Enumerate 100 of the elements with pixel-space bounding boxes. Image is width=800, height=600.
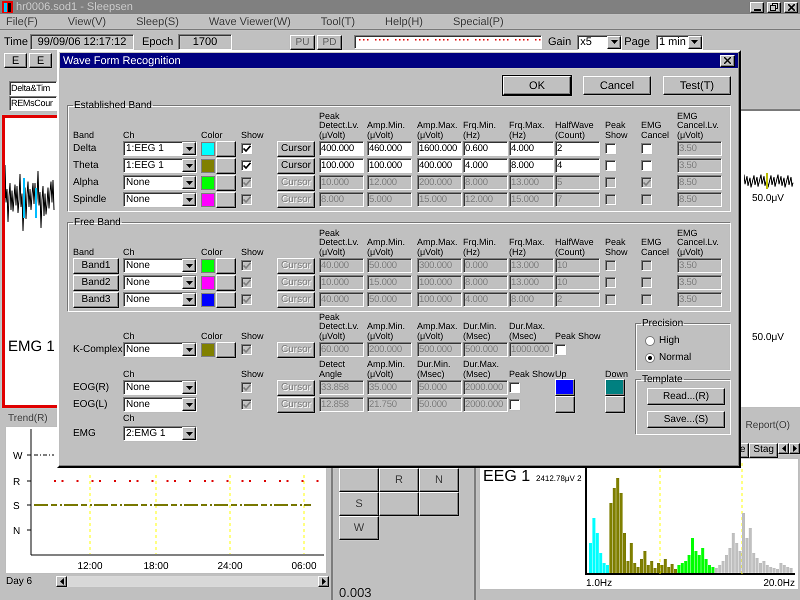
channel-dropdown[interactable]: None <box>123 175 197 190</box>
stage-button[interactable]: S <box>339 492 379 516</box>
input-field[interactable]: 1600.000 <box>417 141 462 156</box>
cursor-button[interactable]: Cursor <box>277 274 315 290</box>
input-field[interactable]: 40.000 <box>319 258 364 273</box>
minimize-button[interactable] <box>750 2 764 12</box>
checkbox[interactable] <box>641 277 652 288</box>
input-field[interactable]: 3.50 <box>677 141 722 156</box>
input-field[interactable]: 35.000 <box>367 380 412 395</box>
input-field[interactable]: 12.000 <box>367 175 412 190</box>
menu-item[interactable]: File(F) <box>6 16 38 28</box>
input-field[interactable]: 2 <box>555 292 600 307</box>
input-field[interactable]: 8.50 <box>677 192 722 207</box>
color-picker-button[interactable] <box>216 292 236 308</box>
input-field[interactable]: 3.50 <box>677 158 722 173</box>
cursor-button[interactable]: Cursor <box>277 192 315 208</box>
checkbox[interactable] <box>241 160 252 171</box>
input-field[interactable]: 400.000 <box>417 158 462 173</box>
scroll-left-button[interactable] <box>778 443 789 454</box>
checkbox[interactable] <box>605 194 616 205</box>
stage-button[interactable] <box>339 468 379 492</box>
template-button[interactable]: Read...(R) <box>647 388 725 405</box>
color-picker-button[interactable] <box>216 140 236 156</box>
input-field[interactable]: 4 <box>555 158 600 173</box>
color-picker-button[interactable] <box>216 174 236 190</box>
checkbox[interactable] <box>605 260 616 271</box>
input-field[interactable]: 33.858 <box>319 380 364 395</box>
checkbox[interactable] <box>605 143 616 154</box>
input-field[interactable]: 15.000 <box>417 192 462 207</box>
stage-button[interactable] <box>379 492 419 516</box>
template-button[interactable]: Save...(S) <box>647 411 725 428</box>
input-field[interactable]: 50.000 <box>417 380 462 395</box>
menu-item[interactable]: Wave Viewer(W) <box>208 16 291 28</box>
cursor-button[interactable]: Cursor <box>277 396 315 412</box>
gain-dropdown[interactable]: x5 <box>577 34 622 50</box>
checkbox[interactable] <box>605 277 616 288</box>
stage-button[interactable]: N <box>419 468 459 492</box>
list-field[interactable]: REMsCour <box>9 96 57 111</box>
toolbar-button[interactable]: E <box>4 53 27 68</box>
radio-option[interactable]: High <box>645 335 730 346</box>
color-button[interactable] <box>605 396 625 413</box>
menu-item[interactable]: Help(H) <box>385 16 423 28</box>
color-button[interactable] <box>555 379 575 396</box>
checkbox[interactable] <box>509 399 520 410</box>
channel-dropdown[interactable]: None <box>123 292 197 307</box>
checkbox[interactable] <box>605 177 616 188</box>
cursor-button[interactable]: Cursor <box>277 258 315 274</box>
channel-dropdown[interactable]: None <box>123 192 197 207</box>
input-field[interactable]: 8.000 <box>463 175 508 190</box>
input-field[interactable]: 4.000 <box>463 292 508 307</box>
checkbox[interactable] <box>605 160 616 171</box>
scroll-right-button[interactable] <box>789 443 800 454</box>
input-field[interactable]: 8.000 <box>509 158 554 173</box>
checkbox[interactable] <box>241 344 252 355</box>
channel-dropdown[interactable]: None <box>123 258 197 273</box>
checkbox[interactable] <box>241 260 252 271</box>
checkbox[interactable] <box>641 143 652 154</box>
page-button[interactable]: PD <box>317 34 342 50</box>
input-field[interactable]: 100.000 <box>367 158 412 173</box>
input-field[interactable]: 21.750 <box>367 397 412 412</box>
checkbox[interactable] <box>241 143 252 154</box>
input-field[interactable]: 460.000 <box>367 141 412 156</box>
checkbox[interactable] <box>641 160 652 171</box>
input-field[interactable]: 200.000 <box>367 342 412 357</box>
input-field[interactable]: 50.000 <box>417 397 462 412</box>
input-field[interactable]: 8.000 <box>509 292 554 307</box>
input-field[interactable]: 1000.000 <box>509 342 554 357</box>
input-field[interactable]: 5 <box>555 175 600 190</box>
band-button[interactable]: Band1 <box>73 258 119 274</box>
input-field[interactable]: 13.000 <box>509 275 554 290</box>
input-field[interactable]: 15.000 <box>509 192 554 207</box>
channel-dropdown[interactable]: 2:EMG 1 <box>123 426 197 441</box>
cursor-button[interactable]: Cursor <box>277 174 315 190</box>
input-field[interactable]: 60.000 <box>319 342 364 357</box>
color-button[interactable] <box>605 379 625 396</box>
color-picker-button[interactable] <box>216 192 236 208</box>
dialog-button[interactable]: OK <box>503 76 571 95</box>
input-field[interactable]: 7 <box>555 192 600 207</box>
menu-item[interactable]: View(V) <box>68 16 106 28</box>
input-field[interactable]: 40.000 <box>319 292 364 307</box>
input-field[interactable]: 12.000 <box>463 192 508 207</box>
input-field[interactable]: 3.50 <box>677 258 722 273</box>
radio-option[interactable]: Normal <box>645 352 730 363</box>
input-field[interactable]: 13.000 <box>509 258 554 273</box>
channel-dropdown[interactable]: 1:EEG 1 <box>123 158 197 173</box>
stage-button[interactable]: W <box>339 516 379 540</box>
input-field[interactable]: 12.858 <box>319 397 364 412</box>
input-field[interactable]: 50.000 <box>367 258 412 273</box>
color-picker-button[interactable] <box>216 258 236 274</box>
input-field[interactable]: 0.600 <box>463 141 508 156</box>
tab[interactable]: Stag <box>749 443 778 458</box>
close-button[interactable] <box>720 54 735 66</box>
input-field[interactable]: 15.000 <box>367 275 412 290</box>
toolbar-button[interactable]: E <box>29 53 52 68</box>
color-picker-button[interactable] <box>216 158 236 174</box>
menu-item[interactable]: Special(P) <box>452 16 504 28</box>
input-field[interactable]: 10 <box>555 275 600 290</box>
checkbox[interactable] <box>641 177 652 188</box>
cursor-button[interactable]: Cursor <box>277 140 315 156</box>
page-dropdown[interactable]: 1 min <box>656 34 703 50</box>
